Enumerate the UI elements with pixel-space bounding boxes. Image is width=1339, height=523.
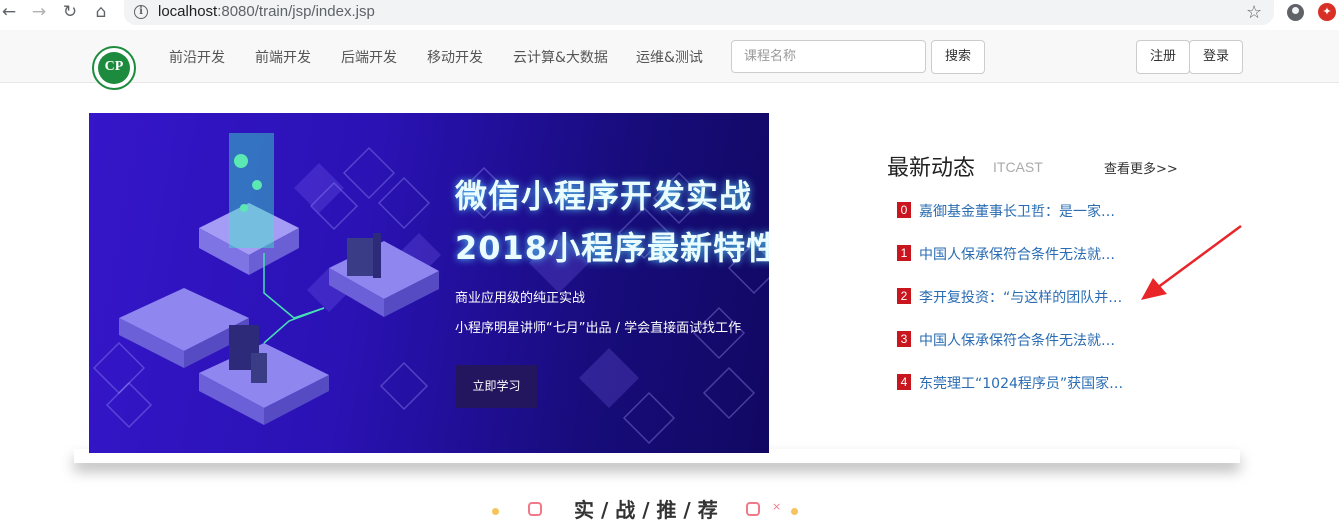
banner-title-line2: 2018小程序最新特性: [455, 229, 769, 267]
carousel-banner[interactable]: 微信小程序开发实战 2018小程序最新特性 商业应用级的纯正实战 小程序明星讲师…: [89, 113, 769, 453]
nav-link-mobile[interactable]: 移动开发: [427, 47, 483, 67]
news-rank-badge: 1: [897, 245, 911, 261]
login-button[interactable]: 登录: [1189, 40, 1243, 74]
news-more-link[interactable]: 查看更多>>: [1104, 158, 1178, 177]
home-icon[interactable]: ⌂: [92, 3, 110, 21]
news-rank-badge: 3: [897, 331, 911, 347]
nav-link-ops-testing[interactable]: 运维&测试: [636, 47, 703, 67]
bookmark-star-icon[interactable]: ☆: [1246, 2, 1262, 23]
decoration-icon: [746, 502, 760, 516]
news-link[interactable]: 中国人保承保符合条件无法就…: [919, 330, 1115, 350]
info-icon[interactable]: i: [134, 5, 148, 19]
news-link[interactable]: 中国人保承保符合条件无法就…: [919, 244, 1115, 264]
news-link[interactable]: 李开复投资：“与这样的团队并…: [919, 287, 1122, 307]
search-button[interactable]: 搜索: [931, 40, 985, 74]
address-bar[interactable]: i localhost:8080/train/jsp/index.jsp: [124, 0, 1274, 25]
browser-toolbar: ← → ↻ ⌂ i localhost:8080/train/jsp/index…: [0, 0, 1339, 25]
site-logo[interactable]: CP: [92, 46, 136, 90]
news-item[interactable]: 4 东莞理工“1024程序员”获国家…: [897, 374, 1197, 392]
nav-link-cloud-bigdata[interactable]: 云计算&大数据: [513, 47, 608, 67]
news-rank-badge: 4: [897, 374, 911, 390]
news-title: 最新动态: [887, 156, 976, 181]
news-link[interactable]: 嘉御基金董事长卫哲：是一家…: [919, 201, 1115, 221]
banner-title-line1: 微信小程序开发实战: [455, 177, 753, 215]
learn-now-button[interactable]: 立即学习: [456, 365, 537, 408]
nav-link-frontier[interactable]: 前沿开发: [169, 47, 225, 67]
banner-subtitle-line1: 商业应用级的纯正实战: [455, 291, 586, 306]
news-link[interactable]: 东莞理工“1024程序员”获国家…: [919, 373, 1123, 393]
banner-subtitle-line2: 小程序明星讲师“七月”出品 / 学会直接面试找工作: [455, 321, 742, 336]
profile-icon[interactable]: [1287, 4, 1304, 21]
decoration-dot: [791, 508, 798, 515]
forward-arrow-icon[interactable]: →: [30, 3, 48, 21]
extension-icon[interactable]: ✦: [1318, 3, 1336, 21]
logo-emblem: CP: [98, 52, 130, 84]
news-item[interactable]: 0 嘉御基金董事长卫哲：是一家…: [897, 202, 1197, 220]
section-title: 实 / 战 / 推 / 荐: [574, 498, 718, 522]
back-arrow-icon[interactable]: ←: [0, 3, 18, 21]
course-search-input[interactable]: [731, 40, 926, 73]
decoration-dot: [492, 508, 499, 515]
nav-link-backend[interactable]: 后端开发: [341, 47, 397, 67]
decoration-cross-icon: ×: [772, 500, 782, 513]
news-subtitle: ITCAST: [993, 159, 1043, 175]
annotation-arrow-icon: [1141, 224, 1242, 300]
news-rank-badge: 0: [897, 202, 911, 218]
news-rank-badge: 2: [897, 288, 911, 304]
url-text: localhost:8080/train/jsp/index.jsp: [158, 3, 375, 20]
nav-link-frontend[interactable]: 前端开发: [255, 47, 311, 67]
register-button[interactable]: 注册: [1136, 40, 1190, 74]
decoration-icon: [528, 502, 542, 516]
news-item[interactable]: 3 中国人保承保符合条件无法就…: [897, 331, 1197, 349]
site-navbar: CP 前沿开发 前端开发 后端开发 移动开发 云计算&大数据 运维&测试 搜索 …: [0, 30, 1339, 90]
reload-icon[interactable]: ↻: [61, 3, 79, 21]
banner-illustration: [92, 133, 769, 445]
